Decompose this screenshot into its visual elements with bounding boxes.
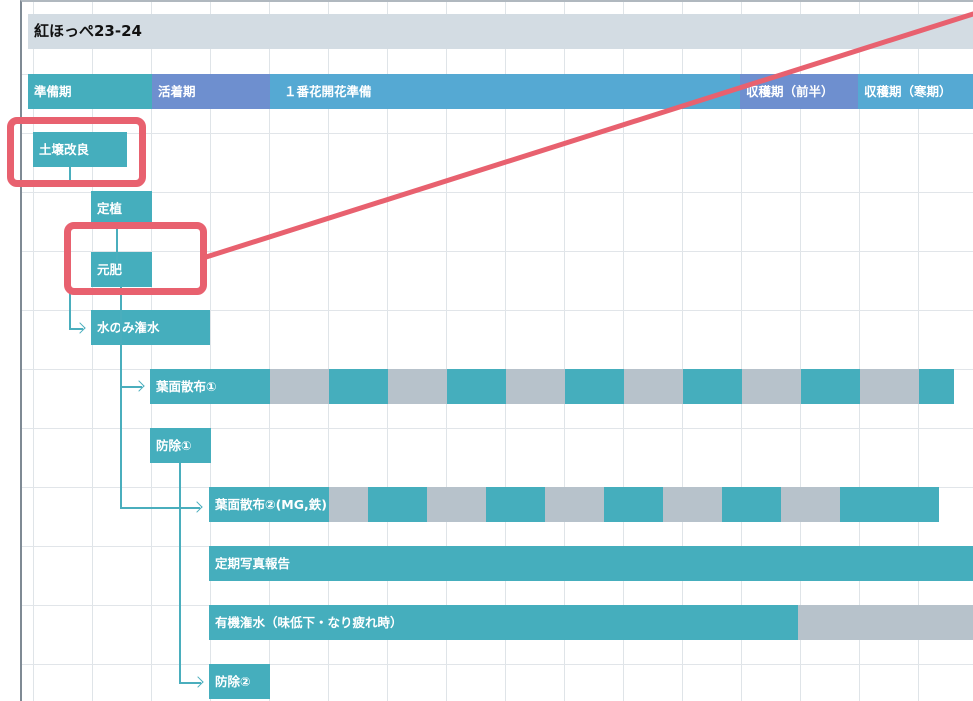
grid-hline (22, 133, 973, 134)
bar-segment-active (899, 487, 939, 522)
arrow-icon (191, 501, 203, 513)
bar-segment-active (919, 369, 954, 404)
bar-segment-inactive (427, 487, 486, 522)
bar-segment-inactive (624, 369, 683, 404)
task-organic-water-bg (798, 605, 973, 640)
grid-hline (22, 664, 973, 665)
task-organic-water[interactable]: 有機潅水（味低下・なり疲れ時） (209, 605, 798, 640)
connector-line (179, 463, 181, 683)
task-photo-report[interactable]: 定期写真報告 (209, 546, 973, 581)
task-pest-control-1[interactable]: 防除① (150, 428, 211, 463)
bar-segment-inactive (270, 369, 329, 404)
bar-segment-inactive (663, 487, 722, 522)
bar-segment-active (604, 487, 663, 522)
phase-harvest-early[interactable]: 収穫期（前半） (740, 74, 858, 109)
task-pest-control-2[interactable]: 防除② (209, 664, 270, 699)
bar-segment-inactive (506, 369, 565, 404)
phase-first-flower-prep[interactable]: １番花開花準備 (270, 74, 740, 109)
phase-harvest-cold[interactable]: 収穫期（寒期） (858, 74, 973, 109)
bar-segment-inactive (388, 369, 447, 404)
bar-segment-active (565, 369, 624, 404)
grid-hline (22, 192, 973, 193)
highlight-box-fertilizer (64, 222, 207, 295)
bar-segment-active (447, 369, 506, 404)
bar-segment-inactive (781, 487, 840, 522)
bar-segment-active (722, 487, 781, 522)
chart-title: 紅ほっぺ23-24 (28, 14, 973, 49)
bar-segment-inactive (742, 369, 801, 404)
connector-line (120, 507, 200, 509)
arrow-icon (74, 322, 86, 334)
bar-segment-active (368, 487, 427, 522)
gantt-chart: 紅ほっぺ23-24 準備期 活着期 １番花開花準備 収穫期（前半） 収穫期（寒期… (20, 0, 973, 701)
task-foliar-spray-2[interactable]: 葉面散布②(MG,鉄) (209, 487, 369, 522)
task-water-only[interactable]: 水のみ潅水 (91, 310, 210, 345)
bar-segment-active (683, 369, 742, 404)
bar-segment-inactive (860, 369, 919, 404)
arrow-icon (133, 380, 145, 392)
bar-segment-active (486, 487, 545, 522)
phase-preparation[interactable]: 準備期 (28, 74, 152, 109)
highlight-box-soil (7, 117, 146, 187)
task-foliar-spray-1[interactable]: 葉面散布① (150, 369, 270, 404)
task-planting[interactable]: 定植 (91, 191, 152, 226)
bar-segment-inactive (545, 487, 604, 522)
bar-segment-active (329, 369, 388, 404)
bar-segment-active (840, 487, 899, 522)
connector-line (120, 286, 122, 508)
phase-rooting[interactable]: 活着期 (152, 74, 270, 109)
bar-segment-active (801, 369, 860, 404)
arrow-icon (192, 676, 204, 688)
